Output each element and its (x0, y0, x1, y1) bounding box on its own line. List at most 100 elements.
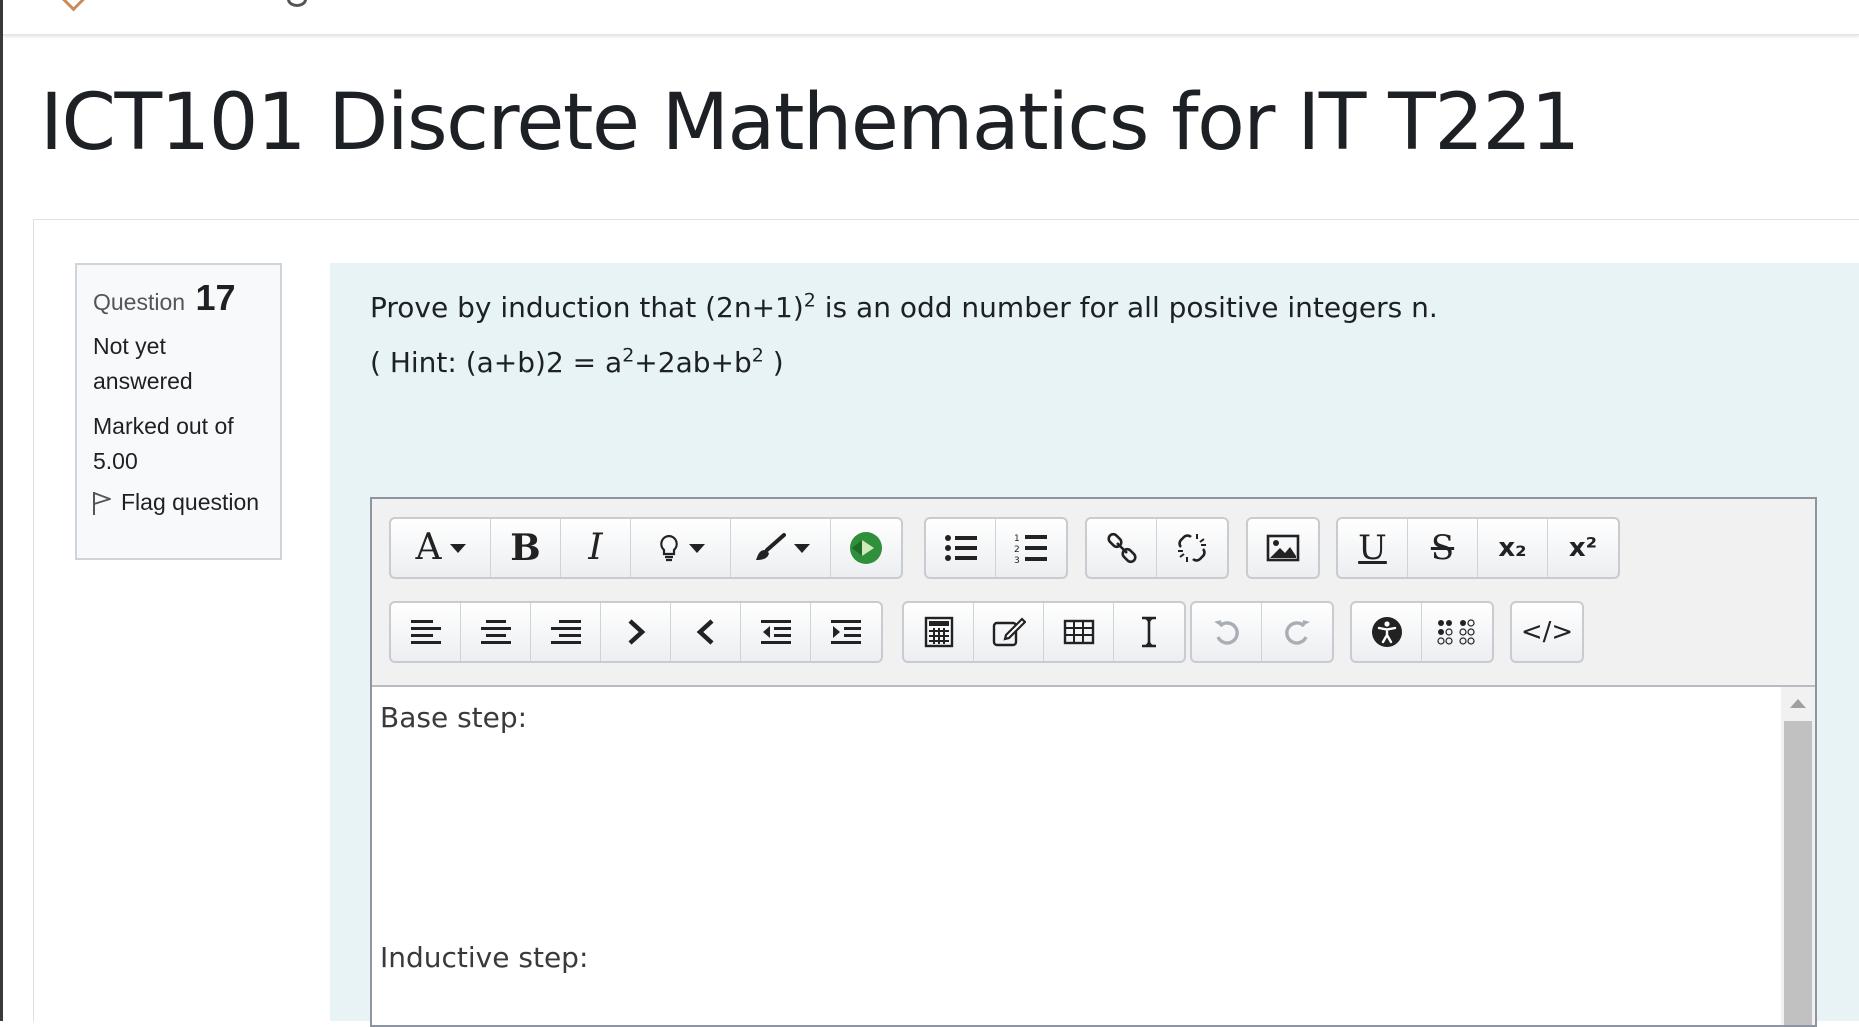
hint-exponent-2: 2 (751, 344, 764, 367)
flag-question-button[interactable]: Flag question (91, 489, 280, 516)
toolbar-group-insert (902, 601, 1186, 663)
background-color-button[interactable] (731, 519, 831, 577)
question-number-value: 17 (195, 277, 236, 318)
chevron-down-icon[interactable] (58, 0, 89, 12)
align-right-button[interactable] (531, 603, 601, 661)
recorder-icon (850, 532, 882, 564)
flag-question-label: Flag question (121, 489, 260, 515)
outdent-button[interactable] (741, 603, 811, 661)
accessibility-icon (1371, 617, 1402, 647)
superscript-label: x² (1568, 533, 1598, 563)
html-source-button[interactable]: </> (1512, 603, 1582, 661)
hint-part-1: ( Hint: (a+b)2 = a (370, 346, 623, 379)
editor-toolbar: A B I 1 2 3 U S x₂ x² </> (372, 499, 1815, 687)
align-left-button[interactable] (391, 603, 461, 661)
align-center-icon (480, 620, 511, 644)
clear-formatting-button[interactable] (1114, 603, 1184, 661)
edit-icon (992, 617, 1026, 647)
prompt-part-2: is an odd number for all positive intege… (815, 291, 1438, 324)
equation-editor-button[interactable] (904, 603, 974, 661)
indent-button[interactable] (811, 603, 881, 661)
lightbulb-icon (659, 534, 678, 562)
svg-text:2: 2 (1014, 545, 1020, 555)
table-button[interactable] (1044, 603, 1114, 661)
scrollbar-thumb[interactable] (1784, 721, 1812, 1025)
hint-part-2: +2ab+b (634, 346, 752, 379)
align-left-icon (410, 620, 441, 644)
unordered-list-button[interactable] (926, 519, 996, 577)
flag-icon (93, 491, 111, 515)
code-icon: </> (1520, 617, 1574, 647)
special-character-button[interactable] (974, 603, 1044, 661)
insert-image-button[interactable] (1248, 519, 1318, 577)
question-number: Question 17 (93, 277, 280, 319)
toolbar-group-image (1246, 517, 1320, 579)
question-grade: Marked out of 5.00 (93, 413, 234, 474)
numbered-list-icon: 1 2 3 (1014, 534, 1047, 564)
accessibility-checker-button[interactable] (1352, 603, 1422, 661)
toolbar-group-style: A B I (389, 517, 903, 579)
hint-part-3: ) (763, 346, 784, 379)
align-center-button[interactable] (461, 603, 531, 661)
question-content: Prove by induction that (2n+1)2 is an od… (330, 263, 1859, 1027)
svg-text:1: 1 (1014, 534, 1020, 544)
rtl-button[interactable] (671, 603, 741, 661)
hint-exponent-1: 2 (622, 344, 635, 367)
prompt-part-1: Prove by induction that (2n+1) (370, 291, 804, 324)
strikethrough-button[interactable]: S (1408, 519, 1478, 577)
base-step-text: Base step: (380, 701, 528, 734)
toolbar-group-accessibility (1350, 601, 1494, 663)
top-navbar (3, 0, 1859, 35)
toolbar-group-history (1190, 601, 1334, 663)
outdent-icon (760, 620, 791, 644)
screenreader-helper-button[interactable] (1422, 603, 1492, 661)
braille-icon (1437, 619, 1475, 645)
toolbar-group-format: U S x₂ x² (1336, 517, 1620, 579)
undo-icon (1213, 620, 1239, 645)
calculator-icon (924, 616, 953, 648)
answer-textarea[interactable]: Base step: Inductive step: (372, 687, 1815, 1025)
redo-button[interactable] (1262, 603, 1332, 661)
chevron-down-icon (793, 543, 810, 553)
bullet-list-icon (944, 535, 977, 561)
italic-label: I (588, 527, 603, 568)
unlink-button[interactable] (1157, 519, 1227, 577)
italic-button[interactable]: I (561, 519, 631, 577)
answer-editor: A B I 1 2 3 U S x₂ x² </> Base step: Ind… (370, 497, 1817, 1027)
redo-icon (1285, 620, 1310, 645)
link-button[interactable] (1087, 519, 1157, 577)
question-hint: ( Hint: (a+b)2 = a2+2ab+b2 ) (370, 346, 1438, 379)
ltr-button[interactable] (601, 603, 671, 661)
editor-scrollbar[interactable] (1781, 687, 1815, 1025)
underline-label: U (1358, 528, 1387, 568)
prompt-exponent: 2 (803, 289, 816, 312)
strikethrough-label: S (1430, 528, 1455, 568)
underline-button[interactable]: U (1338, 519, 1408, 577)
page-title: ICT101 Discrete Mathematics for IT T221 (40, 78, 1580, 168)
paintbrush-icon (755, 533, 786, 560)
undo-button[interactable] (1192, 603, 1262, 661)
subscript-button[interactable]: x₂ (1478, 519, 1548, 577)
question-info-panel: Question 17 Not yet answered Marked out … (75, 263, 282, 560)
unlink-icon (1178, 534, 1206, 562)
question-text: Prove by induction that (2n+1)2 is an od… (370, 291, 1438, 379)
bold-label: B (510, 527, 541, 569)
subscript-label: x₂ (1498, 533, 1527, 563)
media-recorder-button[interactable] (831, 519, 901, 577)
link-icon (1106, 532, 1137, 564)
toolbar-group-lists: 1 2 3 (924, 517, 1068, 579)
indent-icon (831, 620, 861, 644)
text-cursor-icon (1142, 616, 1156, 648)
font-color-button[interactable] (631, 519, 731, 577)
chevron-down-icon (449, 543, 466, 553)
svg-text:3: 3 (1014, 556, 1020, 564)
inductive-step-text: Inductive step: (380, 941, 589, 974)
scroll-up-icon[interactable] (1790, 699, 1806, 708)
question-state: Not yet answered (93, 333, 193, 394)
superscript-button[interactable]: x² (1548, 519, 1618, 577)
table-icon (1063, 619, 1094, 645)
toolbar-group-html: </> (1510, 601, 1584, 663)
font-style-button[interactable]: A (391, 519, 491, 577)
bold-button[interactable]: B (491, 519, 561, 577)
ordered-list-button[interactable]: 1 2 3 (996, 519, 1066, 577)
